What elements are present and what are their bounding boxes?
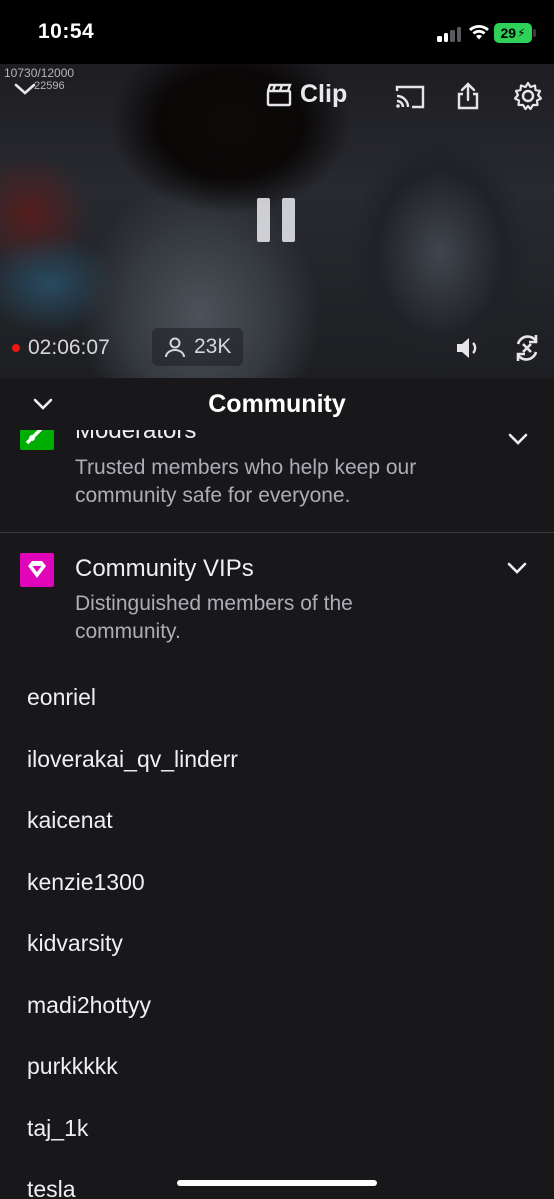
share-icon[interactable] (456, 81, 480, 111)
list-item[interactable]: taj_1k (27, 1110, 238, 1172)
moderator-sword-icon (20, 430, 54, 450)
list-item[interactable]: kenzie1300 (27, 864, 238, 926)
list-item[interactable]: iloverakai_qv_linderr (27, 741, 238, 803)
clip-label: Clip (300, 80, 348, 108)
viewer-count: 23K (152, 328, 244, 366)
live-dot-icon (12, 344, 20, 352)
status-bar: 10:54 29 ⚡ (0, 0, 554, 64)
page-title: Community (208, 390, 346, 418)
cellular-signal-icon (437, 26, 463, 42)
vip-diamond-icon (20, 553, 54, 587)
list-item[interactable]: purkkkkk (27, 1048, 238, 1110)
moderators-description: Trusted members who help keep our commun… (75, 456, 417, 507)
viewer-count-value: 23K (194, 335, 232, 358)
vips-description: Distinguished members of the community. (75, 592, 353, 643)
list-item[interactable]: eonriel (27, 679, 238, 741)
volume-icon[interactable] (455, 336, 483, 360)
collapse-player-icon[interactable] (14, 82, 36, 96)
battery-level: 29 (500, 25, 517, 41)
home-indicator[interactable] (177, 1180, 377, 1186)
rotate-screen-icon[interactable] (513, 332, 541, 364)
person-icon (165, 337, 185, 358)
vip-user-list: eonriel iloverakai_qv_linderr kaicenat k… (27, 679, 238, 1199)
clip-button[interactable]: Clip (266, 80, 347, 109)
video-player[interactable]: 10730/12000 22596 Clip 02:06:07 23K (0, 64, 554, 378)
status-time: 10:54 (38, 20, 95, 43)
overlay-goal-text: 10730/12000 (4, 66, 75, 80)
list-item[interactable]: madi2hottyy (27, 987, 238, 1049)
section-divider (0, 532, 554, 533)
stream-uptime: 02:06:07 (12, 336, 110, 360)
cast-icon[interactable] (394, 84, 426, 110)
gear-icon[interactable] (513, 81, 543, 111)
list-item[interactable]: kaicenat (27, 802, 238, 864)
moderators-section[interactable]: Moderators Trusted members who help keep… (0, 430, 554, 533)
moderators-title: Moderators (75, 430, 197, 444)
uptime-value: 02:06:07 (28, 336, 110, 359)
chevron-down-icon[interactable] (508, 432, 528, 446)
vips-title[interactable]: Community VIPs (75, 555, 254, 583)
battery-icon: 29 ⚡ (494, 23, 532, 43)
community-sheet-header: Community (0, 378, 554, 430)
list-item[interactable]: kidvarsity (27, 925, 238, 987)
clapperboard-icon (266, 83, 292, 106)
chevron-down-icon[interactable] (506, 561, 528, 575)
wifi-icon (469, 25, 489, 40)
pause-button[interactable] (257, 198, 295, 242)
